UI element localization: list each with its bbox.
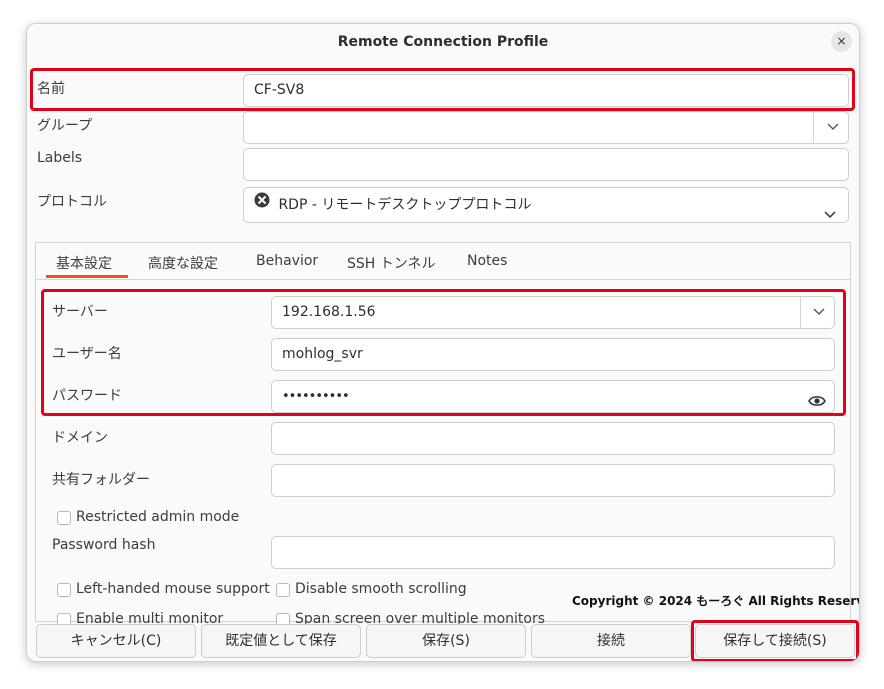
password-value: •••••••••• bbox=[282, 389, 350, 404]
combo-divider bbox=[813, 112, 814, 143]
save-button[interactable]: 保存(S) bbox=[366, 624, 526, 658]
labels-field[interactable] bbox=[243, 148, 849, 181]
tab-separator bbox=[36, 279, 850, 280]
chevron-down-icon[interactable] bbox=[816, 199, 844, 233]
chevron-down-icon[interactable] bbox=[802, 306, 836, 319]
server-label: サーバー bbox=[52, 304, 108, 320]
tab-ssh-tunnel[interactable]: SSH トンネル bbox=[347, 253, 435, 273]
settings-notebook: 基本設定 高度な設定 Behavior SSH トンネル Notes サーバー … bbox=[35, 242, 851, 627]
password-hash-field[interactable] bbox=[271, 536, 835, 569]
server-value: 192.168.1.56 bbox=[282, 304, 376, 320]
protocol-combobox[interactable]: RDP - リモートデスクトッププロトコル bbox=[243, 187, 849, 223]
group-label: グループ bbox=[37, 118, 93, 134]
cancel-button[interactable]: キャンセル(C) bbox=[36, 624, 196, 658]
server-combobox[interactable]: 192.168.1.56 bbox=[271, 296, 835, 329]
username-label: ユーザー名 bbox=[52, 346, 122, 362]
password-field[interactable]: •••••••••• bbox=[271, 380, 835, 413]
name-label: 名前 bbox=[37, 81, 65, 97]
restricted-admin-checkbox[interactable] bbox=[57, 511, 71, 525]
title-bar: Remote Connection Profile × bbox=[27, 24, 859, 62]
connect-button[interactable]: 接続 bbox=[531, 624, 691, 658]
tab-behavior[interactable]: Behavior bbox=[256, 253, 318, 269]
remote-connection-profile-dialog: Remote Connection Profile × 名前 CF-SV8 グル… bbox=[26, 23, 860, 662]
protocol-value: RDP - リモートデスクトッププロトコル bbox=[278, 197, 532, 213]
window-title: Remote Connection Profile bbox=[337, 34, 549, 50]
password-hash-label: Password hash bbox=[52, 537, 156, 553]
domain-field[interactable] bbox=[271, 422, 835, 455]
tab-advanced[interactable]: 高度な設定 bbox=[148, 253, 218, 273]
group-combobox[interactable] bbox=[243, 111, 849, 144]
combo-divider bbox=[800, 297, 801, 328]
chevron-down-icon[interactable] bbox=[816, 121, 850, 134]
tab-notes[interactable]: Notes bbox=[467, 253, 507, 269]
rdp-protocol-icon bbox=[254, 187, 270, 221]
disable-smooth-scrolling-label: Disable smooth scrolling bbox=[295, 581, 467, 597]
save-as-default-button[interactable]: 既定値として保存 bbox=[201, 624, 361, 658]
eye-icon[interactable] bbox=[808, 389, 826, 420]
left-handed-checkbox[interactable] bbox=[57, 583, 71, 597]
name-field[interactable]: CF-SV8 bbox=[243, 74, 849, 107]
protocol-label: プロトコル bbox=[37, 194, 107, 210]
active-tab-indicator bbox=[46, 275, 128, 278]
username-field[interactable]: mohlog_svr bbox=[271, 338, 835, 371]
close-button[interactable]: × bbox=[831, 31, 852, 52]
tab-basic[interactable]: 基本設定 bbox=[56, 253, 112, 273]
copyright-watermark: Copyright © 2024 もーろぐ All Rights Reserve… bbox=[572, 594, 860, 608]
disable-smooth-scrolling-checkbox[interactable] bbox=[276, 583, 290, 597]
save-and-connect-button[interactable]: 保存して接続(S) bbox=[695, 624, 855, 658]
password-label: パスワード bbox=[52, 388, 122, 404]
left-handed-label: Left-handed mouse support bbox=[76, 581, 270, 597]
labels-label: Labels bbox=[37, 150, 83, 166]
shared-folder-label: 共有フォルダー bbox=[52, 472, 150, 488]
restricted-admin-label: Restricted admin mode bbox=[76, 509, 240, 525]
shared-folder-field[interactable] bbox=[271, 464, 835, 497]
close-icon: × bbox=[836, 34, 847, 48]
domain-label: ドメイン bbox=[52, 430, 108, 446]
